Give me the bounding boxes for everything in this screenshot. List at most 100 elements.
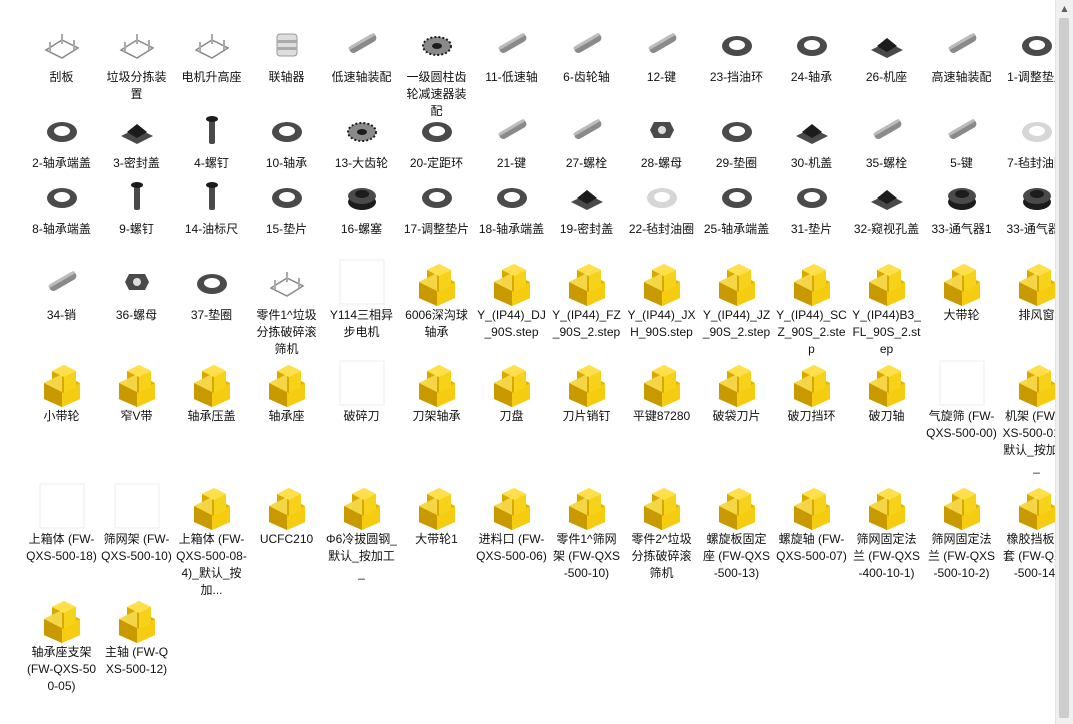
file-item[interactable]: 21-键 bbox=[474, 106, 549, 172]
step-file-icon[interactable] bbox=[99, 359, 174, 407]
file-label[interactable]: 17-调整垫片 bbox=[399, 221, 474, 238]
file-label[interactable]: 3-密封盖 bbox=[99, 155, 174, 172]
scraper-part-icon[interactable] bbox=[24, 20, 99, 68]
file-label[interactable]: 32-窥视孔盖 bbox=[849, 221, 924, 238]
scroll-thumb[interactable] bbox=[1059, 18, 1069, 718]
step-file-icon[interactable] bbox=[699, 482, 774, 530]
oil-ring-icon[interactable] bbox=[699, 20, 774, 68]
file-label[interactable]: 34-销 bbox=[24, 307, 99, 324]
low-speed-shaft-assembly-icon[interactable] bbox=[324, 20, 399, 68]
step-file-icon[interactable] bbox=[774, 359, 849, 407]
key-icon[interactable] bbox=[924, 106, 999, 154]
file-item[interactable]: 零件1^筛网架 (FW-QXS-500-10) bbox=[549, 482, 624, 582]
file-label[interactable]: 11-低速轴 bbox=[474, 69, 549, 86]
file-item[interactable]: 进料口 (FW-QXS-500-06) bbox=[474, 482, 549, 565]
frame-assembly-icon[interactable] bbox=[249, 258, 324, 306]
step-file-icon[interactable] bbox=[399, 482, 474, 530]
file-label[interactable]: 低速轴装配 bbox=[324, 69, 399, 86]
file-item[interactable]: 破刀挡环 bbox=[774, 359, 849, 425]
file-item[interactable]: 9-螺钉 bbox=[99, 172, 174, 238]
file-item[interactable]: 大带轮 bbox=[924, 258, 999, 324]
file-item[interactable]: 气旋筛 (FW-QXS-500-00) bbox=[924, 359, 999, 442]
file-label[interactable]: 上箱体 (FW-QXS-500-18) bbox=[24, 531, 99, 565]
file-label[interactable]: 小带轮 bbox=[24, 408, 99, 425]
file-label[interactable]: 破刀轴 bbox=[849, 408, 924, 425]
file-label[interactable]: 16-螺塞 bbox=[324, 221, 399, 238]
file-label[interactable]: 18-轴承端盖 bbox=[474, 221, 549, 238]
file-item[interactable]: 刀盘 bbox=[474, 359, 549, 425]
felt-ring-icon[interactable] bbox=[624, 172, 699, 220]
step-file-icon[interactable] bbox=[849, 359, 924, 407]
file-label[interactable]: 筛网固定法兰 (FW-QXS-400-10-1) bbox=[849, 531, 924, 582]
file-label[interactable]: Y_(IP44)B3_FL_90S_2.step bbox=[849, 307, 924, 358]
file-item[interactable]: 轴承座 bbox=[249, 359, 324, 425]
file-label[interactable]: 19-密封盖 bbox=[549, 221, 624, 238]
file-item[interactable]: 轴承压盖 bbox=[174, 359, 249, 425]
blank-thumbnail-icon[interactable] bbox=[324, 359, 399, 407]
file-item[interactable]: 主轴 (FW-QXS-500-12) bbox=[99, 595, 174, 678]
step-file-icon[interactable] bbox=[849, 258, 924, 306]
file-label[interactable]: 35-螺栓 bbox=[849, 155, 924, 172]
file-item[interactable]: 小带轮 bbox=[24, 359, 99, 425]
file-item[interactable]: 轴承座支架 (FW-QXS-500-05) bbox=[24, 595, 99, 695]
step-file-icon[interactable] bbox=[174, 359, 249, 407]
scroll-up-arrow-icon[interactable]: ▲ bbox=[1056, 0, 1073, 17]
file-label[interactable]: 零件1^筛网架 (FW-QXS-500-10) bbox=[549, 531, 624, 582]
file-item[interactable]: Y_(IP44)B3_FL_90S_2.step bbox=[849, 258, 924, 358]
file-item[interactable]: 联轴器 bbox=[249, 20, 324, 86]
file-item[interactable]: 刮板 bbox=[24, 20, 99, 86]
sorting-device-assembly-icon[interactable] bbox=[99, 20, 174, 68]
file-label[interactable]: 气旋筛 (FW-QXS-500-00) bbox=[924, 408, 999, 442]
file-item[interactable]: Y_(IP44)_SCZ_90S_2.step bbox=[774, 258, 849, 358]
file-label[interactable]: 刀片销钉 bbox=[549, 408, 624, 425]
file-item[interactable]: 4-螺钉 bbox=[174, 106, 249, 172]
step-file-icon[interactable] bbox=[774, 482, 849, 530]
step-file-icon[interactable] bbox=[399, 359, 474, 407]
file-item[interactable]: 6006深沟球轴承 bbox=[399, 258, 474, 341]
washer-icon[interactable] bbox=[699, 106, 774, 154]
file-item[interactable]: 2-轴承端盖 bbox=[24, 106, 99, 172]
file-label[interactable]: 20-定距环 bbox=[399, 155, 474, 172]
file-item[interactable]: 窄V带 bbox=[99, 359, 174, 425]
file-label[interactable]: 2-轴承端盖 bbox=[24, 155, 99, 172]
file-item[interactable]: 36-螺母 bbox=[99, 258, 174, 324]
file-item[interactable]: 筛网固定法兰 (FW-QXS-400-10-1) bbox=[849, 482, 924, 582]
file-label[interactable]: 23-挡油环 bbox=[699, 69, 774, 86]
bearing-cap-icon[interactable] bbox=[699, 172, 774, 220]
gear-shaft-icon[interactable] bbox=[549, 20, 624, 68]
machine-cover-icon[interactable] bbox=[774, 106, 849, 154]
step-file-icon[interactable] bbox=[774, 258, 849, 306]
file-item[interactable]: 螺旋轴 (FW-QXS-500-07) bbox=[774, 482, 849, 565]
file-label[interactable]: 12-键 bbox=[624, 69, 699, 86]
file-item[interactable]: 18-轴承端盖 bbox=[474, 172, 549, 238]
step-file-icon[interactable] bbox=[549, 359, 624, 407]
file-label[interactable]: 大带轮1 bbox=[399, 531, 474, 548]
nut-icon[interactable] bbox=[624, 106, 699, 154]
file-label[interactable]: Y_(IP44)_JZ_90S_2.step bbox=[699, 307, 774, 341]
step-file-icon[interactable] bbox=[99, 595, 174, 643]
file-item[interactable]: Y_(IP44)_JZ_90S_2.step bbox=[699, 258, 774, 341]
file-label[interactable]: Y_(IP44)_JXH_90S.step bbox=[624, 307, 699, 341]
step-file-icon[interactable] bbox=[474, 482, 549, 530]
file-item[interactable]: 3-密封盖 bbox=[99, 106, 174, 172]
file-label[interactable]: Φ6冷拔圆钢_默认_按加工_ bbox=[324, 531, 399, 582]
file-item[interactable]: Y_(IP44)_JXH_90S.step bbox=[624, 258, 699, 341]
file-item[interactable]: 30-机盖 bbox=[774, 106, 849, 172]
file-item[interactable]: 6-齿轮轴 bbox=[549, 20, 624, 86]
file-item[interactable]: 螺旋板固定座 (FW-QXS-500-13) bbox=[699, 482, 774, 582]
bolt-icon[interactable] bbox=[549, 106, 624, 154]
file-item[interactable]: 筛网固定法兰 (FW-QXS-500-10-2) bbox=[924, 482, 999, 582]
file-item[interactable]: 11-低速轴 bbox=[474, 20, 549, 86]
file-item[interactable]: 24-轴承 bbox=[774, 20, 849, 86]
file-label[interactable]: 14-油标尺 bbox=[174, 221, 249, 238]
file-label[interactable]: 零件1^垃圾分拣破碎滚筛机 bbox=[249, 307, 324, 358]
file-label[interactable]: 进料口 (FW-QXS-500-06) bbox=[474, 531, 549, 565]
file-label[interactable]: 33-通气器1 bbox=[924, 221, 999, 238]
file-label[interactable]: 22-毡封油圈 bbox=[624, 221, 699, 238]
file-label[interactable]: 筛网固定法兰 (FW-QXS-500-10-2) bbox=[924, 531, 999, 582]
bearing-icon[interactable] bbox=[249, 106, 324, 154]
file-label[interactable]: 轴承座 bbox=[249, 408, 324, 425]
file-label[interactable]: 平键87280 bbox=[624, 408, 699, 425]
step-file-icon[interactable] bbox=[249, 359, 324, 407]
file-label[interactable]: 大带轮 bbox=[924, 307, 999, 324]
